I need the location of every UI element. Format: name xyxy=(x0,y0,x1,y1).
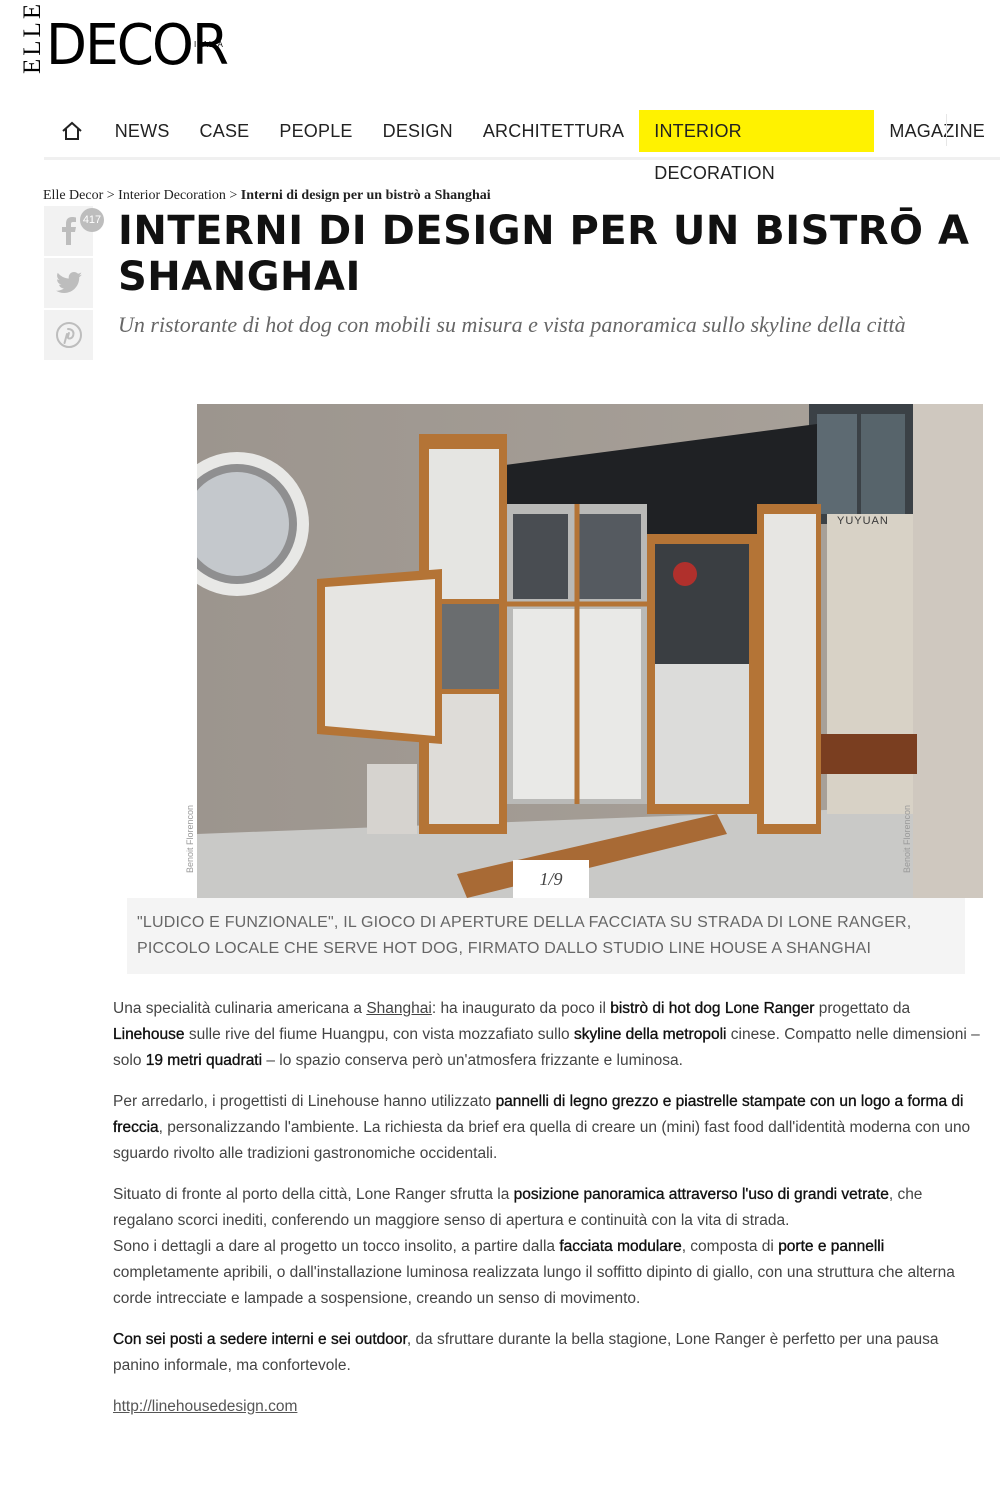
highlight: Con sei posti a sedere interni e sei out… xyxy=(113,1331,407,1348)
breadcrumb-section[interactable]: Interior Decoration xyxy=(118,188,226,203)
text: Situato di fronte al porto della città, … xyxy=(113,1186,514,1203)
paragraph-4: Con sei posti a sedere interni e sei out… xyxy=(113,1327,983,1379)
highlight: 19 metri quadrati xyxy=(145,1052,263,1069)
gallery-counter: 1/9 xyxy=(513,860,589,898)
breadcrumb-current: Interni di design per un bistrò a Shangh… xyxy=(240,188,491,203)
main-nav: NEWS CASE PEOPLE DESIGN ARCHITETTURA INT… xyxy=(44,104,1000,183)
facebook-icon xyxy=(61,217,76,245)
nav-item-news[interactable]: NEWS xyxy=(100,110,185,152)
paragraph-2: Per arredarlo, i progettisti di Linehous… xyxy=(113,1089,983,1167)
nav-home[interactable] xyxy=(44,110,100,152)
photo-credit-right: Benoit Florencon xyxy=(902,805,912,874)
nav-item-interior-decoration[interactable]: INTERIOR DECORATION xyxy=(639,109,875,183)
gallery-photo[interactable]: YUYUAN xyxy=(197,404,983,898)
site-logo[interactable]: ELLE DECOR ITALIA xyxy=(19,0,237,74)
highlight: facciata modulare xyxy=(559,1238,682,1255)
text: sulle rive del fiume Huangpu, con vista … xyxy=(184,1026,574,1043)
paragraph-link: http://linehousedesign.com xyxy=(113,1394,983,1420)
highlight: skyline della metropoli xyxy=(573,1026,727,1043)
text: completamente apribili, o dall'installaz… xyxy=(113,1264,955,1307)
facebook-share-button[interactable]: 417 xyxy=(44,206,104,256)
facebook-share-count: 417 xyxy=(80,208,104,232)
shop-sign: YUYUAN xyxy=(837,515,889,527)
text: progettato da xyxy=(814,1000,911,1017)
highlight: porte e pannelli xyxy=(778,1238,885,1255)
twitter-share-button[interactable] xyxy=(44,258,93,308)
highlight: bistrò di hot dog Lone Ranger xyxy=(610,1000,815,1017)
paragraph-1: Una specialità culinaria americana a Sha… xyxy=(113,996,983,1074)
twitter-icon xyxy=(55,272,82,293)
photo-credit-left: Benoit Florencon xyxy=(185,805,195,874)
logo-elle: ELLE xyxy=(19,0,46,74)
share-bar: 417 xyxy=(44,206,104,362)
text: , composta di xyxy=(681,1238,779,1255)
storefront-image: YUYUAN xyxy=(197,404,983,898)
nav-item-people[interactable]: PEOPLE xyxy=(264,110,367,152)
text: : ha inaugurato da poco il xyxy=(431,1000,611,1017)
nav-item-case[interactable]: CASE xyxy=(185,110,265,152)
text: Una specialità culinaria americana a xyxy=(113,1000,367,1017)
text: Per arredarlo, i progettisti di Linehous… xyxy=(113,1093,496,1110)
breadcrumb-home[interactable]: Elle Decor xyxy=(43,188,103,203)
pinterest-share-button[interactable] xyxy=(44,310,93,360)
article-title: INTERNI DI DESIGN PER UN BISTRŌ A SHANGH… xyxy=(118,208,970,300)
article-body: Una specialità culinaria americana a Sha… xyxy=(113,996,983,1435)
text: – lo spazio conserva però un'atmosfera f… xyxy=(262,1052,683,1069)
nav-item-magazine[interactable]: MAGAZINE xyxy=(874,110,1000,152)
highlight: posizione panoramica attraverso l'uso di… xyxy=(513,1186,889,1203)
nav-item-design[interactable]: DESIGN xyxy=(368,110,468,152)
paragraph-3: Situato di fronte al porto della città, … xyxy=(113,1182,983,1312)
breadcrumb: Elle Decor > Interior Decoration > Inter… xyxy=(43,188,491,204)
home-icon xyxy=(62,121,82,140)
external-link[interactable]: http://linehousedesign.com xyxy=(113,1398,297,1415)
breadcrumb-separator: > xyxy=(106,188,115,203)
nav-divider xyxy=(946,114,947,146)
text: Sono i dettagli a dare al progetto un to… xyxy=(113,1238,560,1255)
photo-caption: "LUDICO E FUNZIONALE", IL GIOCO DI APERT… xyxy=(127,898,965,974)
breadcrumb-separator: > xyxy=(229,188,238,203)
link-shanghai[interactable]: Shanghai xyxy=(366,1000,432,1017)
nav-item-architettura[interactable]: ARCHITETTURA xyxy=(468,110,639,152)
logo-italia: ITALIA xyxy=(194,40,224,49)
pinterest-icon xyxy=(55,322,82,348)
article-subtitle: Un ristorante di hot dog con mobili su m… xyxy=(118,312,906,337)
text: , personalizzando l'ambiente. La richies… xyxy=(113,1119,971,1162)
highlight: Linehouse xyxy=(113,1026,185,1043)
